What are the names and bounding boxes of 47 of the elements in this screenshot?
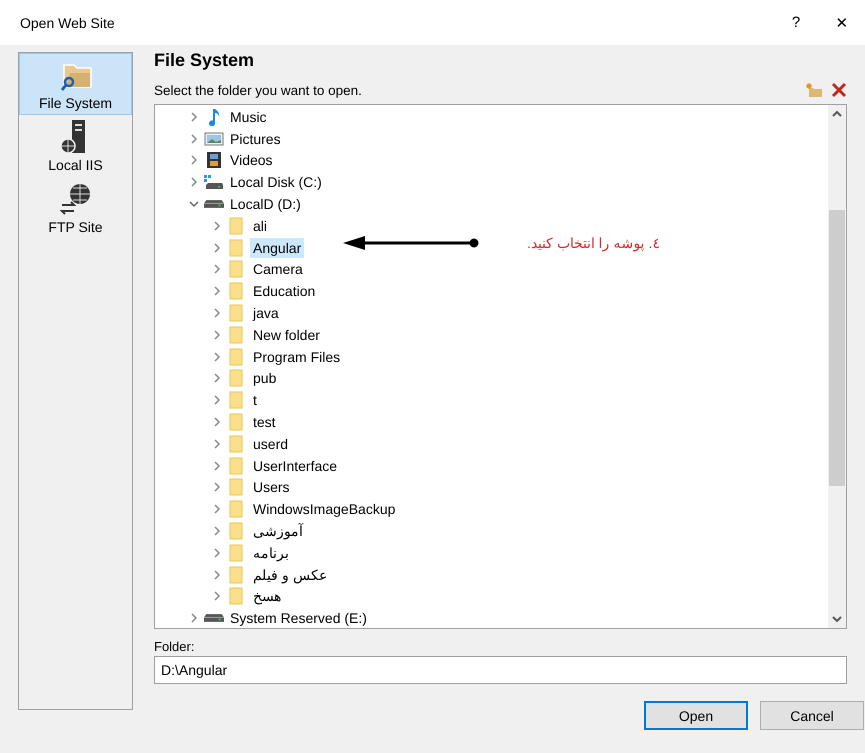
scrollbar[interactable] [828,105,846,628]
drive-icon [204,174,224,190]
drive-icon [204,200,224,208]
open-button[interactable]: Open [644,701,748,730]
new-folder-icon[interactable] [805,82,823,98]
tree-item[interactable]: هسخ [250,586,284,606]
tree-item[interactable]: New folder [250,324,323,345]
tree-item[interactable]: Music [227,106,270,127]
folder-field[interactable]: D:\Angular [154,656,847,684]
folder-label: Folder: [154,639,196,656]
tree-item[interactable]: userd [250,434,292,454]
tree-item[interactable]: ali [250,216,270,236]
sidebar-item[interactable]: File System [19,53,132,115]
tree-item[interactable]: test [250,412,279,432]
tree-item[interactable]: Camera [250,259,306,280]
tree-item[interactable]: Videos [227,150,276,170]
film-icon [204,151,224,170]
tree-item[interactable]: Angular [250,238,304,258]
tree-item[interactable]: عکس و فیلم [250,564,330,585]
tree-item[interactable]: آموزشی [250,521,306,542]
tree-item[interactable]: برنامه [250,542,292,563]
delete-icon[interactable] [831,82,847,98]
tree-item[interactable]: WindowsImageBackup [250,499,398,520]
tree-item[interactable]: Pictures [227,128,284,149]
instruction-text: Select the folder you want to open. [154,82,363,98]
close-button[interactable]: ✕ [819,14,865,32]
annotation-text: ٤. پوشه را انتخاب کنید. [527,235,660,251]
sidebar-item[interactable]: FTP Site [19,177,132,239]
scroll-up-icon[interactable] [832,110,842,117]
tree-item[interactable]: java [250,303,282,324]
tree-item[interactable]: pub [250,368,280,388]
tree-item[interactable]: Users [250,477,293,498]
tree-item[interactable]: Local Disk (C:) [227,172,325,192]
cancel-button[interactable]: Cancel [760,701,864,730]
tree-item[interactable]: System Reserved (E:) [227,608,370,628]
tree-item[interactable]: UserInterface [250,456,340,476]
picture-icon [204,130,224,148]
tree-item[interactable]: Education [250,281,318,302]
panel-title: File System [154,50,256,72]
help-button[interactable]: ? [773,14,819,31]
tree-item[interactable]: Program Files [250,346,344,367]
drive-icon [204,614,224,622]
window-title: Open Web Site [20,14,116,30]
scroll-down-icon[interactable] [832,616,842,623]
sidebar-item[interactable]: Local IIS [19,115,132,177]
tree-item[interactable]: LocalD (D:) [227,194,304,214]
tree-item[interactable]: t [250,390,260,410]
